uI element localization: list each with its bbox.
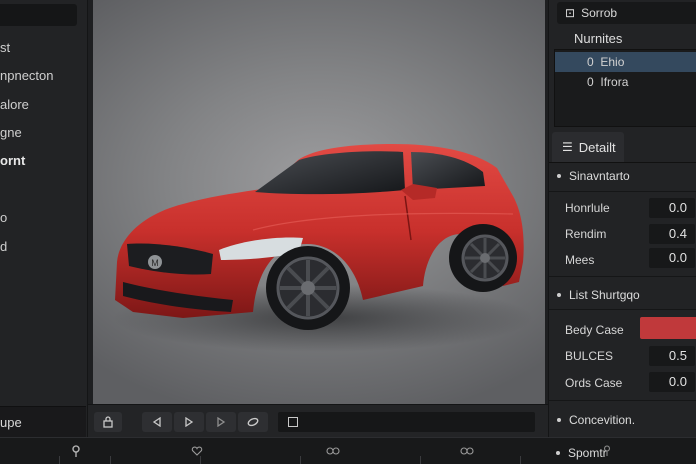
bullet-icon bbox=[557, 293, 561, 297]
bullet-icon bbox=[556, 451, 560, 455]
prop-label: Mees bbox=[565, 253, 595, 267]
group-title-4: Spomtr bbox=[568, 446, 607, 460]
left-panel: st npnecton alore gne ornt o d upe bbox=[0, 0, 88, 437]
outliner-list: 0 Ehio 0 Ifrora bbox=[554, 49, 696, 127]
infinity-icon[interactable] bbox=[326, 447, 340, 455]
infinity-icon[interactable] bbox=[460, 447, 474, 455]
play-icon bbox=[185, 417, 194, 427]
prop-value-field[interactable]: 0.5 bbox=[649, 346, 695, 366]
prop-label: Honrlule bbox=[565, 201, 610, 215]
left-search-field[interactable] bbox=[0, 4, 77, 26]
next-icon bbox=[217, 417, 226, 427]
prop-label: Bedy Case bbox=[565, 323, 624, 337]
loop-icon bbox=[247, 417, 259, 427]
left-item-2[interactable]: npnecton bbox=[0, 66, 86, 86]
tab-divider bbox=[549, 162, 696, 163]
left-bottom-item[interactable]: upe bbox=[0, 406, 86, 437]
heart-icon[interactable] bbox=[191, 446, 203, 456]
left-item-6[interactable]: o bbox=[0, 208, 86, 228]
prop-label: BULCES bbox=[565, 349, 614, 363]
lock-icon bbox=[103, 416, 113, 428]
section-title: Nurnites bbox=[574, 31, 623, 46]
prop-label: Ords Case bbox=[565, 376, 623, 390]
search-header[interactable]: ⊡ Sorrob bbox=[557, 2, 696, 24]
search-header-label: Sorrob bbox=[581, 6, 618, 20]
list-item[interactable]: 0 Ehio bbox=[555, 52, 696, 72]
left-item-7[interactable]: d bbox=[0, 237, 86, 257]
list-item-index: 0 bbox=[587, 55, 594, 69]
stop-icon[interactable] bbox=[288, 417, 298, 427]
next-button[interactable] bbox=[206, 412, 236, 432]
list-item-label: Ifrora bbox=[600, 75, 629, 89]
prev-icon bbox=[152, 417, 161, 427]
prop-value-field[interactable]: 0.4 bbox=[649, 224, 695, 244]
car-render: M bbox=[113, 144, 533, 352]
color-swatch[interactable] bbox=[640, 317, 696, 339]
marker-pin-icon[interactable] bbox=[71, 444, 81, 458]
group-title-2: List Shurtgqo bbox=[569, 288, 640, 302]
group-header-3[interactable]: Concevition. bbox=[557, 413, 635, 427]
left-item-5[interactable]: ornt bbox=[0, 151, 86, 171]
tab-detail[interactable]: ☰ Detailt bbox=[552, 132, 624, 162]
prev-button[interactable] bbox=[142, 412, 172, 432]
bullet-icon bbox=[557, 174, 561, 178]
detail-icon: ☰ bbox=[562, 140, 573, 154]
left-item-1[interactable]: st bbox=[0, 38, 86, 58]
list-item[interactable]: 0 Ifrora bbox=[555, 72, 696, 92]
3d-viewport[interactable]: M bbox=[93, 0, 545, 404]
prop-value-field[interactable]: 0.0 bbox=[649, 372, 695, 392]
left-item-3[interactable]: alore bbox=[0, 95, 86, 115]
car-badge: M bbox=[151, 258, 159, 268]
group-header-4[interactable]: Spomtr bbox=[556, 446, 607, 460]
right-panel: ⊡ Sorrob Nurnites 0 Ehio 0 Ifrora ☰ Deta… bbox=[548, 0, 696, 437]
left-item-4[interactable]: gne bbox=[0, 123, 86, 143]
list-item-label: Ehio bbox=[600, 55, 625, 69]
lock-button[interactable] bbox=[94, 412, 122, 432]
transport-bar bbox=[88, 404, 548, 437]
tab-detail-label: Detailt bbox=[578, 139, 616, 155]
prop-value-field[interactable]: 0.0 bbox=[649, 198, 695, 218]
list-item-index: 0 bbox=[587, 75, 594, 89]
transport-field[interactable] bbox=[278, 412, 535, 432]
prop-label: Rendim bbox=[565, 227, 607, 241]
search-icon: ⊡ bbox=[565, 6, 576, 20]
group-header-2[interactable]: List Shurtgqo bbox=[557, 288, 640, 302]
play-button[interactable] bbox=[174, 412, 204, 432]
group-title-3: Concevition. bbox=[569, 413, 636, 427]
bullet-icon bbox=[557, 418, 561, 422]
group-header-1[interactable]: Sinavntarto bbox=[557, 169, 630, 183]
group-title-1: Sinavntarto bbox=[569, 169, 630, 183]
prop-value-field[interactable]: 0.0 bbox=[649, 248, 695, 268]
loop-button[interactable] bbox=[238, 412, 268, 432]
